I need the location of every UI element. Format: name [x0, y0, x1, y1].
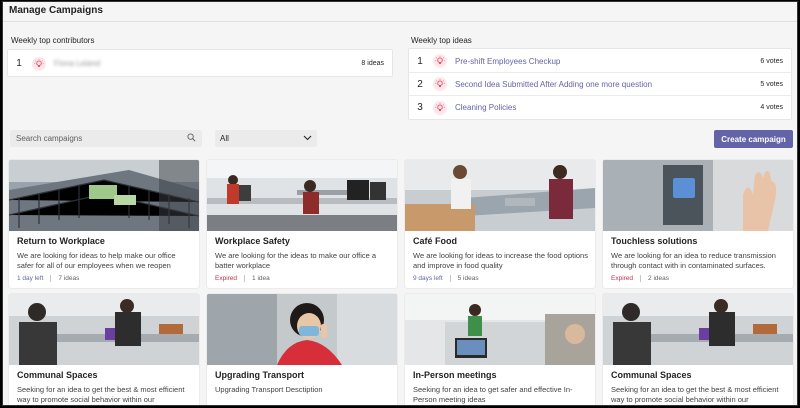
campaign-idea-count: 2 ideas — [648, 275, 670, 282]
contributor-name: Fiona Leland — [54, 59, 101, 68]
search-icon[interactable] — [187, 133, 196, 144]
campaign-description: We are looking for ideas to increase the… — [413, 251, 588, 270]
lightbulb-icon — [433, 54, 447, 68]
top-idea-row[interactable]: 1 Pre-shift Employees Checkup 6 votes — [409, 50, 791, 73]
campaign-image — [9, 160, 199, 231]
campaign-description: Upgrading Transport Desctiption — [215, 385, 323, 394]
search-input[interactable] — [16, 134, 187, 143]
campaign-card[interactable]: Upgrading Transport Upgrading Transport … — [207, 294, 397, 405]
campaign-time-left: Expired — [611, 275, 634, 282]
campaign-image — [207, 294, 397, 365]
campaign-meta: 9 days left 5 ideas — [413, 275, 479, 282]
idea-title-link[interactable]: Second Idea Submitted After Adding one m… — [455, 80, 760, 89]
campaign-title: Communal Spaces — [611, 370, 692, 380]
campaign-card[interactable]: In-Person meetings Seeking for an idea t… — [405, 294, 595, 405]
idea-vote-count: 4 votes — [760, 104, 783, 111]
campaign-meta: 1 day left 7 ideas — [17, 275, 79, 282]
page-title: Manage Campaigns — [9, 5, 103, 16]
idea-title-link[interactable]: Cleaning Policies — [455, 103, 760, 112]
campaign-description: Seeking for an idea to get the best & mo… — [17, 385, 185, 404]
campaign-card[interactable]: Café Food We are looking for ideas to in… — [405, 160, 595, 288]
campaign-title: Return to Workplace — [17, 236, 105, 246]
rank-number: 2 — [417, 78, 423, 90]
campaign-image — [9, 294, 199, 365]
rank-number: 1 — [16, 58, 22, 69]
contributors-heading: Weekly top contributors — [11, 36, 95, 45]
rank-number: 1 — [417, 55, 423, 67]
campaign-title: Touchless solutions — [611, 236, 698, 246]
search-box[interactable] — [10, 130, 202, 147]
divider — [244, 275, 246, 282]
idea-vote-count: 6 votes — [760, 57, 783, 65]
contributor-idea-count: 8 ideas — [361, 60, 384, 67]
campaign-description: Seeking for an idea to get the best & mo… — [611, 385, 779, 404]
create-campaign-button[interactable]: Create campaign — [714, 130, 793, 148]
campaign-image — [207, 160, 397, 231]
divider — [449, 275, 451, 282]
campaign-title: Workplace Safety — [215, 236, 290, 246]
divider — [3, 21, 797, 22]
campaign-title: In-Person meetings — [413, 370, 497, 380]
campaign-description: Seeking for an idea to get safer and eff… — [413, 385, 573, 404]
lightbulb-icon — [32, 56, 46, 71]
top-idea-row[interactable]: 2 Second Idea Submitted After Adding one… — [409, 73, 791, 96]
campaign-filter-dropdown[interactable]: All — [215, 130, 317, 147]
campaign-idea-count: 5 ideas — [457, 275, 479, 282]
filter-selected-value: All — [220, 134, 229, 143]
rank-number: 3 — [417, 102, 423, 113]
campaign-time-left: Expired — [215, 275, 238, 282]
campaign-title: Café Food — [413, 236, 457, 246]
campaign-title: Upgrading Transport — [215, 370, 305, 380]
contributors-panel: 1 Fiona Leland 8 ideas — [7, 49, 393, 77]
campaign-description: We are looking for the ideas to make our… — [215, 251, 377, 270]
campaign-image — [405, 160, 595, 231]
campaign-title: Communal Spaces — [17, 370, 98, 380]
campaign-meta: Expired 1 idea — [215, 275, 270, 282]
chevron-down-icon — [303, 134, 312, 143]
campaign-card[interactable]: Communal Spaces Seeking for an idea to g… — [603, 294, 793, 405]
divider — [50, 275, 52, 282]
campaign-time-left: 1 day left — [17, 275, 44, 282]
campaign-image — [603, 160, 793, 231]
lightbulb-icon — [433, 77, 447, 91]
campaign-description: We are looking for an idea to reduce tra… — [611, 251, 776, 270]
campaign-card[interactable]: Workplace Safety We are looking for the … — [207, 160, 397, 288]
contributor-row[interactable]: 1 Fiona Leland 8 ideas — [8, 52, 392, 75]
top-ideas-panel: 1 Pre-shift Employees Checkup 6 votes 2 … — [408, 48, 792, 120]
campaign-meta: Expired 2 ideas — [611, 275, 669, 282]
campaign-card[interactable]: Touchless solutions We are looking for a… — [603, 160, 793, 288]
campaign-image — [603, 294, 793, 365]
lightbulb-icon — [433, 100, 447, 115]
campaign-idea-count: 7 ideas — [58, 275, 80, 282]
campaign-card[interactable]: Communal Spaces Seeking for an idea to g… — [9, 294, 199, 405]
campaign-idea-count: 1 idea — [252, 275, 270, 282]
campaign-card[interactable]: Return to Workplace We are looking for i… — [9, 160, 199, 288]
top-ideas-heading: Weekly top ideas — [411, 36, 472, 45]
idea-title-link[interactable]: Pre-shift Employees Checkup — [455, 57, 760, 66]
campaign-description: We are looking for ideas to help make ou… — [17, 251, 176, 270]
idea-vote-count: 5 votes — [760, 80, 783, 88]
top-idea-row[interactable]: 3 Cleaning Policies 4 votes — [409, 96, 791, 119]
campaign-time-left: 9 days left — [413, 275, 443, 282]
divider — [640, 275, 642, 282]
app-window: Manage Campaigns Weekly top contributors… — [2, 1, 798, 406]
campaign-image — [405, 294, 595, 365]
